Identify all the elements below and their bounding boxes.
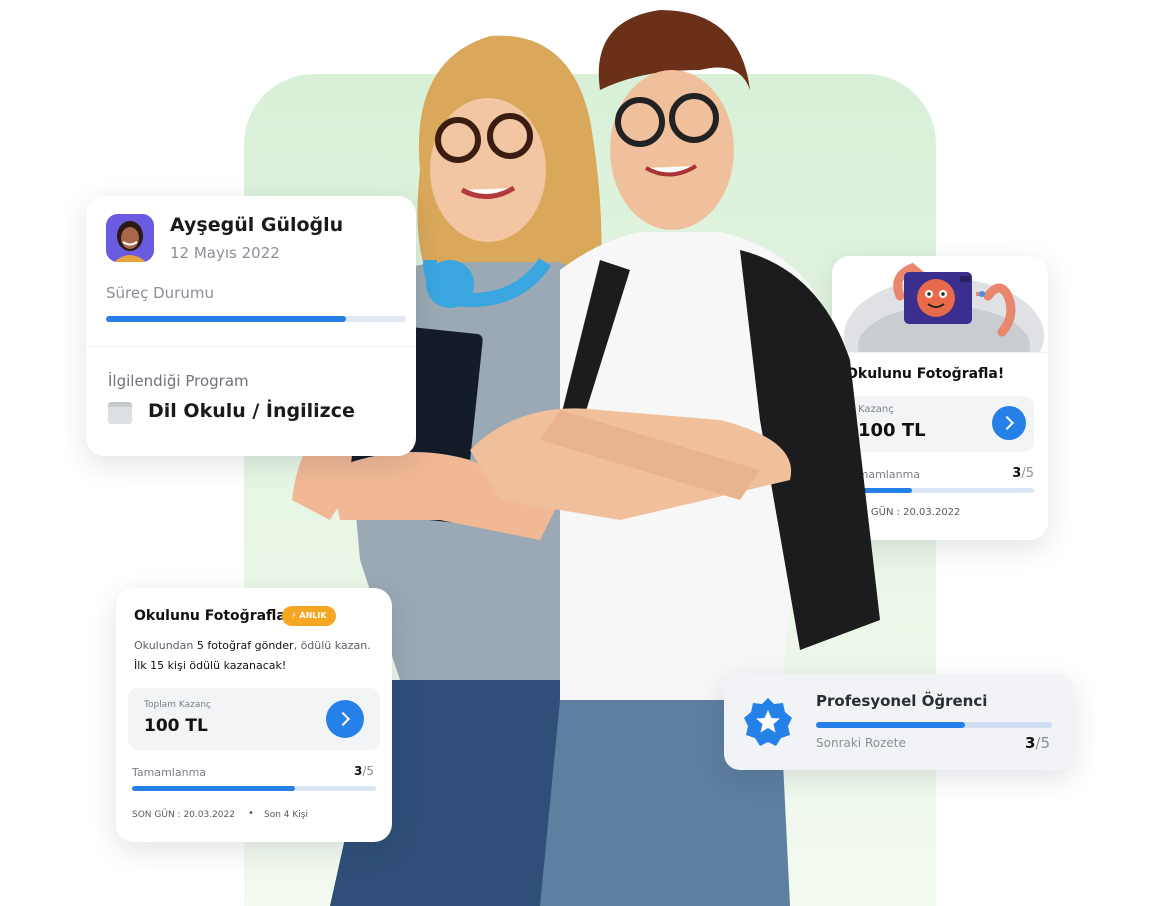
completion-total: 5 (366, 764, 374, 778)
deadline: SON GÜN : 20.03.2022 (132, 810, 235, 820)
instant-badge: ⚡ ANLIK (282, 606, 336, 626)
star-badge-icon (744, 698, 792, 746)
divider (86, 346, 416, 347)
desc-part-2: 5 fotoğraf gönder (196, 639, 294, 652)
earnings-box: Toplam Kazanç 100 TL (128, 688, 380, 750)
completion-label: Tamamlanma (132, 766, 207, 779)
task-description: Okulundan 5 fotoğraf gönder, ödülü kazan… (134, 636, 380, 676)
participants: Son 4 Kişi (264, 810, 308, 820)
badge-progress-value: 3/5 (1025, 734, 1050, 752)
completion-progress-bar (132, 786, 376, 791)
task-title: Okulunu Fotoğrafla! (134, 608, 293, 624)
task-card-large: Okulunu Fotoğrafla! ⚡ ANLIK Okulundan 5 … (116, 588, 392, 842)
badge-progress-fill (816, 722, 965, 728)
program-label: İlgilendiği Program (108, 372, 249, 390)
completion-value: 3/5 (354, 764, 374, 778)
badge-progress-total: 5 (1040, 734, 1050, 752)
completion-progress-fill (132, 786, 296, 791)
avatar (106, 214, 154, 262)
browser-window-icon (108, 402, 132, 424)
status-label: Süreç Durumu (106, 284, 214, 302)
program-value: Dil Okulu / İngilizce (148, 400, 355, 422)
profile-card: Ayşegül Güloğlu 12 Mayıs 2022 Süreç Duru… (86, 196, 416, 456)
badge-card: Profesyonel Öğrenci Sonraki Rozete 3/5 (724, 674, 1074, 770)
desc-part-3: , ödülü kazan. (293, 639, 371, 652)
profile-date: 12 Mayıs 2022 (170, 244, 280, 262)
earnings-label: Toplam Kazanç (144, 700, 211, 710)
desc-part-4: İlk 15 kişi ödülü kazanacak! (134, 659, 287, 672)
next-badge-label: Sonraki Rozete (816, 736, 906, 750)
chevron-right-icon (335, 711, 351, 727)
instant-badge-label: ANLIK (299, 611, 327, 620)
lightning-icon: ⚡ (291, 611, 297, 620)
badge-progress-bar (816, 722, 1052, 728)
badge-title: Profesyonel Öğrenci (816, 692, 988, 710)
desc-part-1: Okulundan (134, 639, 194, 652)
badge-progress-done: 3 (1024, 734, 1036, 752)
earnings-value: 100 TL (144, 716, 208, 736)
status-progress-fill (106, 316, 346, 322)
open-task-button[interactable] (326, 700, 364, 738)
profile-name: Ayşegül Güloğlu (170, 214, 344, 236)
status-progress-bar (106, 316, 406, 322)
separator-dot: • (248, 808, 254, 819)
